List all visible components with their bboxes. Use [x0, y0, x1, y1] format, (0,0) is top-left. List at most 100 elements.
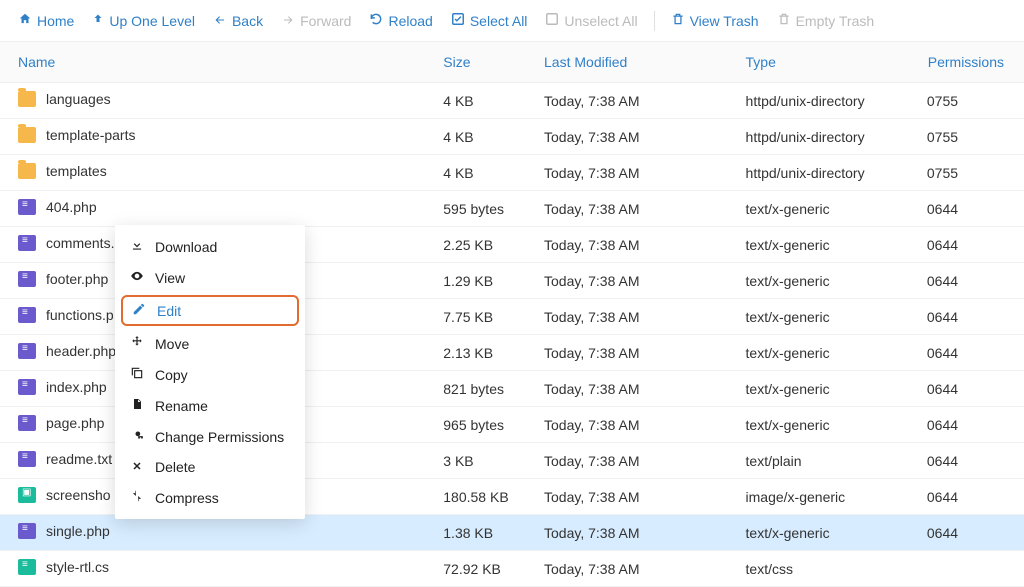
file-name: readme.txt — [46, 451, 112, 467]
view-trash-label: View Trash — [690, 13, 759, 29]
ctx-rename[interactable]: Rename — [115, 390, 305, 421]
file-size: 4 KB — [433, 83, 534, 119]
reload-button[interactable]: Reload — [361, 8, 440, 33]
back-icon — [213, 13, 227, 29]
download-icon — [129, 238, 145, 255]
file-type: httpd/unix-directory — [736, 155, 917, 191]
forward-icon — [281, 13, 295, 29]
file-modified: Today, 7:38 AM — [534, 119, 736, 155]
empty-trash-button: Empty Trash — [769, 8, 883, 33]
file-code-icon — [18, 343, 36, 359]
file-modified: Today, 7:38 AM — [534, 371, 736, 407]
col-modified[interactable]: Last Modified — [534, 42, 736, 83]
home-icon — [18, 12, 32, 29]
select-all-label: Select All — [470, 13, 528, 29]
file-modified: Today, 7:38 AM — [534, 83, 736, 119]
delete-icon — [129, 459, 145, 475]
file-perm: 0644 — [917, 227, 1024, 263]
reload-label: Reload — [388, 13, 432, 29]
eye-icon — [129, 269, 145, 286]
compress-icon — [129, 489, 145, 506]
file-size: 2.25 KB — [433, 227, 534, 263]
file-name: index.php — [46, 379, 107, 395]
ctx-rename-label: Rename — [155, 398, 208, 414]
ctx-compress[interactable]: Compress — [115, 482, 305, 513]
file-code-icon — [18, 523, 36, 539]
context-menu: Download View Edit Move Copy Rename Ch — [115, 225, 305, 519]
ctx-copy[interactable]: Copy — [115, 359, 305, 390]
col-name[interactable]: Name — [0, 42, 433, 83]
ctx-move[interactable]: Move — [115, 328, 305, 359]
file-modified: Today, 7:38 AM — [534, 515, 736, 551]
file-size: 72.92 KB — [433, 551, 534, 587]
ctx-view[interactable]: View — [115, 262, 305, 293]
up-label: Up One Level — [109, 13, 195, 29]
table-row[interactable]: templates4 KBToday, 7:38 AMhttpd/unix-di… — [0, 155, 1024, 191]
css-file-icon — [18, 559, 36, 575]
trash-icon — [671, 12, 685, 29]
file-perm — [917, 551, 1024, 587]
check-icon — [451, 12, 465, 29]
move-icon — [129, 335, 145, 352]
key-icon — [129, 428, 145, 445]
home-label: Home — [37, 13, 74, 29]
file-name: page.php — [46, 415, 104, 431]
table-row[interactable]: template-parts4 KBToday, 7:38 AMhttpd/un… — [0, 119, 1024, 155]
ctx-delete[interactable]: Delete — [115, 452, 305, 482]
file-size: 4 KB — [433, 119, 534, 155]
uncheck-icon — [545, 12, 559, 29]
file-code-icon — [18, 451, 36, 467]
ctx-delete-label: Delete — [155, 459, 195, 475]
file-code-icon — [18, 307, 36, 323]
file-type: text/x-generic — [736, 191, 917, 227]
table-row[interactable]: single.php 1.38 KBToday, 7:38 AMtext/x-ge… — [0, 515, 1024, 551]
back-label: Back — [232, 13, 263, 29]
up-icon — [92, 12, 104, 29]
file-name: single.php — [46, 523, 110, 539]
trash-icon — [777, 12, 791, 29]
table-row[interactable]: 404.php595 bytesToday, 7:38 AMtext/x-gen… — [0, 191, 1024, 227]
col-type[interactable]: Type — [736, 42, 917, 83]
file-perm: 0644 — [917, 335, 1024, 371]
forward-label: Forward — [300, 13, 351, 29]
file-type: httpd/unix-directory — [736, 119, 917, 155]
ctx-copy-label: Copy — [155, 367, 188, 383]
col-permissions[interactable]: Permissions — [917, 42, 1024, 83]
table-row[interactable]: languages4 KBToday, 7:38 AMhttpd/unix-di… — [0, 83, 1024, 119]
file-type: text/x-generic — [736, 407, 917, 443]
file-perm: 0644 — [917, 443, 1024, 479]
ctx-download-label: Download — [155, 239, 217, 255]
up-button[interactable]: Up One Level — [84, 8, 203, 33]
select-all-button[interactable]: Select All — [443, 8, 536, 33]
home-button[interactable]: Home — [10, 8, 82, 33]
file-name: templates — [46, 163, 107, 179]
file-code-icon — [18, 199, 36, 215]
file-perm: 0755 — [917, 119, 1024, 155]
file-modified: Today, 7:38 AM — [534, 335, 736, 371]
table-header-row: Name Size Last Modified Type Permissions — [0, 42, 1024, 83]
col-size[interactable]: Size — [433, 42, 534, 83]
unselect-all-label: Unselect All — [564, 13, 637, 29]
ctx-change-permissions[interactable]: Change Permissions — [115, 421, 305, 452]
forward-button: Forward — [273, 9, 359, 33]
ctx-edit[interactable]: Edit — [121, 295, 299, 326]
file-modified: Today, 7:38 AM — [534, 407, 736, 443]
file-perm: 0644 — [917, 263, 1024, 299]
unselect-all-button: Unselect All — [537, 8, 645, 33]
ctx-download[interactable]: Download — [115, 231, 305, 262]
file-type: text/x-generic — [736, 515, 917, 551]
file-perm: 0644 — [917, 371, 1024, 407]
file-name: functions.p — [46, 307, 114, 323]
file-size: 595 bytes — [433, 191, 534, 227]
file-code-icon — [18, 271, 36, 287]
view-trash-button[interactable]: View Trash — [663, 8, 767, 33]
file-perm: 0644 — [917, 479, 1024, 515]
file-code-icon — [18, 235, 36, 251]
table-row[interactable]: style-rtl.cs72.92 KBToday, 7:38 AMtext/c… — [0, 551, 1024, 587]
back-button[interactable]: Back — [205, 9, 271, 33]
file-size: 1.38 KB — [433, 515, 534, 551]
file-modified: Today, 7:38 AM — [534, 479, 736, 515]
file-size: 2.13 KB — [433, 335, 534, 371]
toolbar: Home Up One Level Back Forward Reload Se… — [0, 0, 1024, 42]
ctx-change-permissions-label: Change Permissions — [155, 429, 284, 445]
